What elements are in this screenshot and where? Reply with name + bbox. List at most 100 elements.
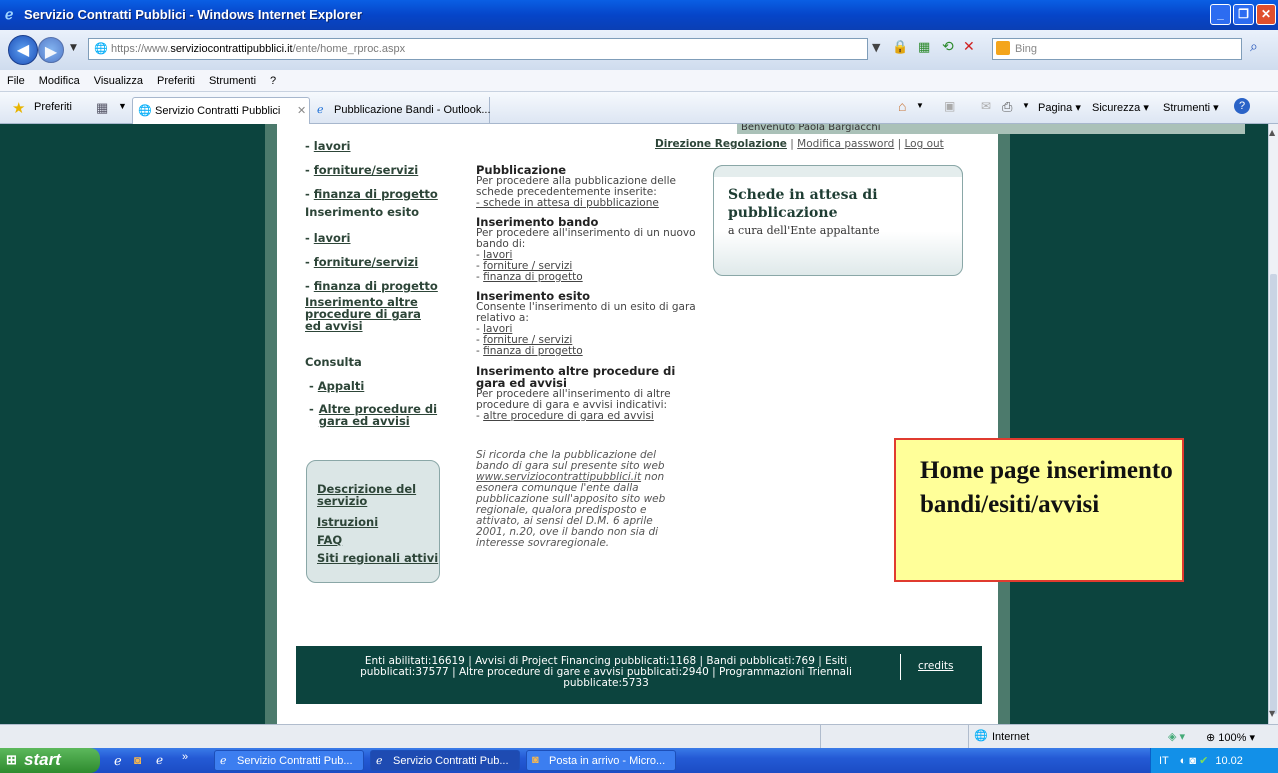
- help-icon[interactable]: ?: [1234, 98, 1250, 114]
- schede-attesa-link[interactable]: - schede in attesa di pubblicazione: [476, 198, 708, 209]
- left-consulta-altre: - Altre procedure di gara ed avvisi: [309, 403, 449, 427]
- left-esito-forniture-link[interactable]: forniture/servizi: [314, 255, 418, 269]
- tab-close-icon[interactable]: ✕: [297, 104, 306, 117]
- info-box: Descrizione del servizio Istruzioni FAQ …: [306, 460, 440, 583]
- altre-procedure-link[interactable]: altre procedure di gara ed avvisi: [483, 410, 654, 422]
- consulta-altre-link[interactable]: Altre procedure di gara ed avvisi: [319, 403, 449, 427]
- left-esito-lavori-link[interactable]: lavori: [314, 231, 351, 245]
- pagina-label: Pagina: [1038, 102, 1073, 114]
- task-outlook[interactable]: ◙ Posta in arrivo - Micro...: [526, 750, 676, 771]
- task-servizio-2[interactable]: ℯ Servizio Contratti Pub...: [370, 750, 520, 771]
- esito-finanza-item: - finanza di progetto: [476, 345, 583, 357]
- search-input[interactable]: Bing: [992, 38, 1242, 60]
- menu-bar: File Modifica Visualizza Preferiti Strumenti…: [0, 70, 1278, 92]
- tab-outlook-label: Pubblicazione Bandi - Outlook...: [334, 104, 491, 116]
- forward-button[interactable]: ▶: [38, 37, 64, 63]
- page-content: Benvenuto Paola Bargiacchi Direzione Reg…: [277, 124, 1245, 724]
- close-button[interactable]: ✕: [1256, 4, 1276, 25]
- consulta-appalti-link[interactable]: Appalti: [318, 379, 365, 393]
- start-label: start: [24, 750, 61, 769]
- middle-column: Pubblicazione Per procedere alla pubblic…: [476, 164, 708, 549]
- tray-network-icon[interactable]: ◐: [1180, 755, 1187, 767]
- back-button[interactable]: ◀: [8, 35, 38, 65]
- left-esito-title: Inserimento esito: [305, 205, 420, 219]
- bing-logo-icon: [996, 41, 1010, 55]
- print-icon[interactable]: ⎙: [1002, 99, 1012, 115]
- history-dropdown-icon[interactable]: ▼: [70, 43, 77, 53]
- favorites-bar: ★ Preferiti ▦ ▼ 🌐 Servizio Contratti Pub…: [0, 92, 1278, 124]
- menu-visualizza[interactable]: Visualizza: [87, 70, 150, 87]
- window-title-bar[interactable]: ℯ Servizio Contratti Pubblici - Windows …: [0, 0, 1278, 30]
- feeds-icon[interactable]: ▣: [944, 99, 955, 113]
- language-indicator[interactable]: IT: [1159, 755, 1169, 767]
- bando-finanza-link[interactable]: finanza di progetto: [483, 271, 583, 283]
- descrizione-servizio-link[interactable]: Descrizione del servizio: [317, 483, 437, 507]
- istruzioni-link[interactable]: Istruzioni: [317, 515, 378, 529]
- menu-strumenti[interactable]: Strumenti: [202, 70, 263, 87]
- siti-regionali-link[interactable]: Siti regionali attivi: [317, 551, 438, 565]
- tab-list-dropdown-icon[interactable]: ▼: [118, 101, 127, 111]
- logout-link[interactable]: Log out: [904, 138, 943, 150]
- scroll-up-icon[interactable]: ▲: [1269, 128, 1275, 137]
- vertical-scrollbar[interactable]: ▲ ▼: [1268, 124, 1278, 724]
- maximize-button[interactable]: ❐: [1233, 4, 1254, 25]
- quicklaunch-outlook-icon[interactable]: ◙: [134, 753, 141, 767]
- strumenti-menu[interactable]: Strumenti ▾: [1163, 101, 1219, 114]
- refresh-icon[interactable]: ⟲: [942, 39, 954, 55]
- home-dropdown-icon[interactable]: ▼: [916, 101, 924, 110]
- start-button[interactable]: ⊞ start: [0, 748, 100, 773]
- left-finanza-link[interactable]: finanza di progetto: [314, 187, 438, 201]
- quicklaunch-ie2-icon[interactable]: ℯ: [156, 753, 163, 767]
- print-dropdown-icon[interactable]: ▼: [1022, 101, 1030, 110]
- pagina-menu[interactable]: Pagina ▾: [1038, 101, 1081, 114]
- search-icon[interactable]: ⌕: [1250, 39, 1258, 55]
- compatibility-icon[interactable]: ▦: [918, 40, 930, 55]
- quicklaunch-ie-icon[interactable]: ℯ: [114, 753, 122, 769]
- favorites-label[interactable]: Preferiti: [34, 101, 72, 113]
- lock-icon[interactable]: 🔒: [892, 40, 908, 55]
- quicklaunch-more-icon[interactable]: »: [182, 751, 188, 763]
- note-pre: Si ricorda che la pubblicazione del band…: [476, 449, 665, 472]
- left-lavori-link[interactable]: lavori: [314, 139, 351, 153]
- credits-link[interactable]: credits: [918, 660, 954, 672]
- tray-outlook-icon[interactable]: ◙: [1189, 755, 1196, 767]
- favorites-star-icon[interactable]: ★: [12, 99, 25, 117]
- tab-servizio[interactable]: 🌐 Servizio Contratti Pubblici ✕: [132, 97, 310, 124]
- top-sep-2: |: [897, 138, 902, 150]
- menu-preferiti[interactable]: Preferiti: [150, 70, 202, 87]
- address-dropdown-icon[interactable]: ▼: [872, 41, 880, 54]
- left-altre-procedure-link[interactable]: Inserimento altre procedure di gara ed a…: [305, 296, 435, 332]
- tab-globe-icon: 🌐: [138, 105, 152, 117]
- quick-tabs-icon[interactable]: ▦: [96, 100, 108, 116]
- left-esito-finanza-link[interactable]: finanza di progetto: [314, 279, 438, 293]
- address-bar[interactable]: 🌐 https://www.serviziocontrattipubblici.…: [88, 38, 868, 60]
- direzione-link[interactable]: Direzione Regolazione: [655, 138, 787, 150]
- url-prefix: www.: [144, 43, 171, 55]
- faq-link[interactable]: FAQ: [317, 533, 342, 547]
- tab-outlook[interactable]: ℯ Pubblicazione Bandi - Outlook...: [312, 97, 491, 124]
- sicurezza-menu[interactable]: Sicurezza ▾: [1092, 101, 1149, 114]
- home-icon[interactable]: ⌂: [898, 98, 906, 114]
- mail-icon[interactable]: ✉: [981, 99, 991, 113]
- zoom-control[interactable]: ⊕ 100% ▾: [1206, 731, 1255, 744]
- scroll-down-icon[interactable]: ▼: [1269, 709, 1275, 718]
- esito-finanza-link[interactable]: finanza di progetto: [483, 345, 583, 357]
- altre-text: Per procedere all'inserimento di altre p…: [476, 388, 671, 411]
- page-globe-icon: 🌐: [94, 43, 108, 55]
- task-servizio-1[interactable]: ℯ Servizio Contratti Pub...: [214, 750, 364, 771]
- taskbar: ⊞ start ℯ ◙ ℯ » ℯ Servizio Contratti Pub…: [0, 748, 1278, 773]
- menu-help[interactable]: ?: [263, 70, 283, 87]
- task-ie2-icon: ℯ: [376, 755, 383, 767]
- address-toolbar: ◀ ▶ ▼ 🌐 https://www.serviziocontrattipub…: [0, 30, 1278, 70]
- status-bar: 🌐 Internet ◈ ▾ ⊕ 100% ▾: [0, 724, 1278, 748]
- menu-modifica[interactable]: Modifica: [32, 70, 87, 87]
- internet-zone-icon: 🌐: [974, 730, 988, 742]
- tray-security-icon[interactable]: ✔: [1199, 755, 1208, 767]
- protected-mode-icon[interactable]: ◈ ▾: [1168, 730, 1185, 743]
- minimize-button[interactable]: _: [1210, 4, 1231, 25]
- scrollbar-thumb[interactable]: [1270, 274, 1277, 714]
- left-forniture-link[interactable]: forniture/servizi: [314, 163, 418, 177]
- stop-icon[interactable]: ✕: [963, 39, 975, 55]
- menu-file[interactable]: File: [0, 70, 32, 87]
- modifica-password-link[interactable]: Modifica password: [797, 138, 894, 150]
